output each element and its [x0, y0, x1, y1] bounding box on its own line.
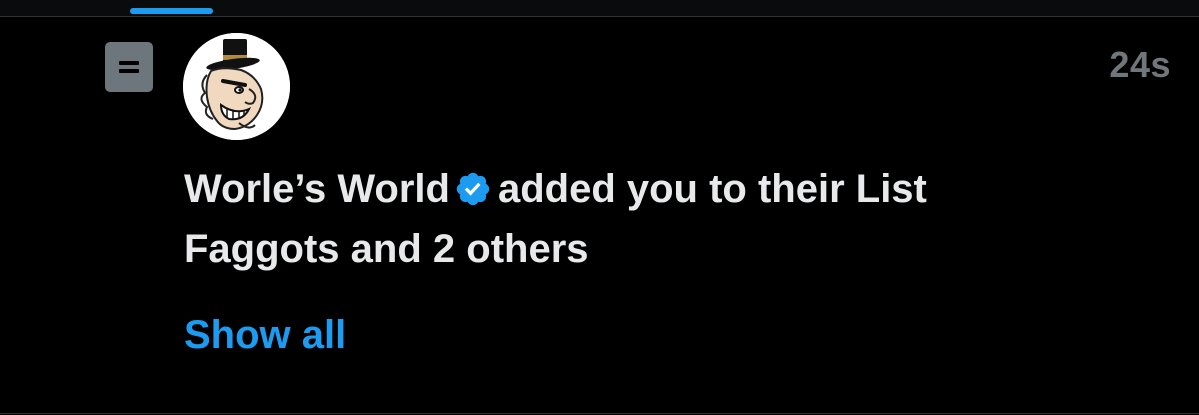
list-icon-line	[119, 69, 139, 73]
list-icon-line	[119, 61, 139, 65]
divider	[0, 413, 1199, 414]
list-icon	[105, 42, 153, 92]
verified-badge-icon	[454, 168, 492, 222]
actor-name-link[interactable]: Worle’s World	[184, 167, 450, 211]
top-tab-bar	[0, 0, 1199, 17]
list-name-link[interactable]: Faggots	[184, 227, 340, 271]
active-tab-indicator	[130, 8, 213, 14]
avatar[interactable]	[183, 33, 290, 140]
show-all-link[interactable]: Show all	[184, 313, 346, 358]
notification-text: Worle’s World added you to their List Fagg…	[184, 162, 1144, 276]
others-text: and 2 others	[350, 227, 589, 271]
demon-deacon-icon	[183, 33, 290, 140]
timestamp: 24s	[1109, 44, 1171, 85]
action-text: added you to their List	[497, 167, 927, 211]
